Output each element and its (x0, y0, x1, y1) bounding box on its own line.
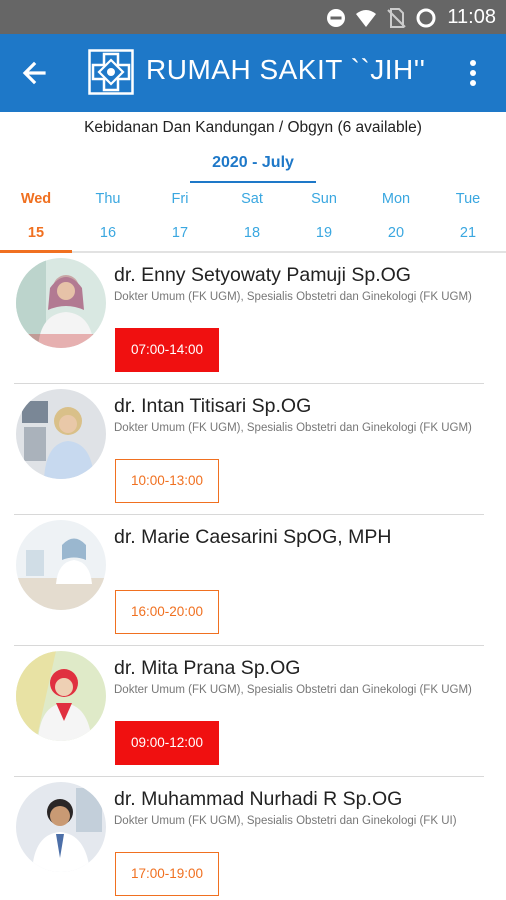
day-name: Sat (241, 191, 263, 207)
day-tab-wed[interactable]: Wed 15 (0, 185, 72, 253)
card-divider (14, 775, 484, 777)
day-tabs: Wed 15 Thu 16 Fri 17 Sat 18 Sun 19 Mon 20 Tue 21 (0, 185, 506, 253)
day-tab-tue[interactable]: Tue 21 (432, 185, 504, 251)
day-number: 16 (99, 225, 117, 241)
day-number: 20 (387, 225, 405, 241)
schedule-time-button[interactable]: 17:00-19:00 (115, 852, 219, 896)
day-tab-sun[interactable]: Sun 19 (288, 185, 360, 251)
day-number: 21 (459, 225, 477, 241)
day-number: 18 (243, 225, 261, 241)
doctor-card[interactable]: dr. Enny Setyowaty Pamuji Sp.OG Dokter Um… (0, 254, 506, 384)
day-number: 19 (315, 225, 333, 241)
app-bar: RUMAH SAKIT ``JIH'' (0, 34, 506, 112)
no-sim-icon (387, 7, 407, 28)
app-title: RUMAH SAKIT ``JIH'' (146, 54, 426, 85)
department-subtitle: Kebidanan Dan Kandungan / Obgyn (6 avail… (84, 119, 422, 136)
do-not-disturb-icon (327, 8, 346, 27)
day-name: Fri (171, 191, 189, 207)
doctor-name: dr. Muhammad Nurhadi R Sp.OG (114, 788, 403, 810)
schedule-time-button[interactable]: 07:00-14:00 (115, 328, 219, 372)
arrow-left-icon[interactable] (18, 56, 52, 90)
day-number: 17 (171, 225, 189, 241)
schedule-time-button[interactable]: 16:00-20:00 (115, 590, 219, 634)
doctor-name: dr. Marie Caesarini SpOG, MPH (114, 526, 392, 548)
status-bar: 11:08 (0, 0, 506, 34)
doctor-avatar (16, 651, 106, 741)
doctor-qualification: Dokter Umum (FK UGM), Spesialis Obstetri… (114, 422, 472, 434)
doctor-card[interactable]: dr. Mita Prana Sp.OG Dokter Umum (FK UGM)… (0, 647, 506, 777)
battery-icon (416, 8, 436, 27)
doctor-avatar (16, 520, 106, 610)
day-tab-sat[interactable]: Sat 18 (216, 185, 288, 251)
day-name: Sun (311, 191, 337, 207)
day-tab-thu[interactable]: Thu 16 (72, 185, 144, 251)
hospital-logo (88, 49, 134, 95)
doctor-avatar (16, 389, 106, 479)
day-name: Mon (381, 191, 411, 207)
schedule-time-button[interactable]: 09:00-12:00 (115, 721, 219, 765)
schedule-time-button[interactable]: 10:00-13:00 (115, 459, 219, 503)
day-tab-fri[interactable]: Fri 17 (144, 185, 216, 251)
doctor-avatar (16, 258, 106, 348)
doctor-name: dr. Mita Prana Sp.OG (114, 657, 301, 679)
day-number: 15 (27, 225, 45, 241)
doctor-avatar (16, 782, 106, 872)
doctor-card[interactable]: dr. Muhammad Nurhadi R Sp.OG Dokter Umum … (0, 778, 506, 900)
month-selector[interactable]: 2020 - July (190, 151, 316, 183)
doctor-qualification: Dokter Umum (FK UGM), Spesialis Obstetri… (114, 684, 472, 696)
more-vertical-icon[interactable] (460, 56, 486, 90)
doctor-card[interactable]: dr. Marie Caesarini SpOG, MPH 16:00-20:00 (0, 516, 506, 646)
day-name: Thu (95, 191, 121, 207)
day-tab-mon[interactable]: Mon 20 (360, 185, 432, 251)
card-divider (14, 513, 484, 515)
card-divider (14, 644, 484, 646)
day-name: Tue (455, 191, 481, 207)
doctor-card[interactable]: dr. Intan Titisari Sp.OG Dokter Umum (FK … (0, 385, 506, 515)
day-name: Wed (20, 191, 52, 207)
wifi-icon (356, 9, 377, 27)
status-time: 11:08 (447, 6, 496, 28)
doctor-name: dr. Enny Setyowaty Pamuji Sp.OG (114, 264, 411, 286)
doctor-qualification: Dokter Umum (FK UGM), Spesialis Obstetri… (114, 815, 457, 827)
doctor-qualification: Dokter Umum (FK UGM), Spesialis Obstetri… (114, 291, 472, 303)
doctor-name: dr. Intan Titisari Sp.OG (114, 395, 312, 417)
card-divider (14, 382, 484, 384)
